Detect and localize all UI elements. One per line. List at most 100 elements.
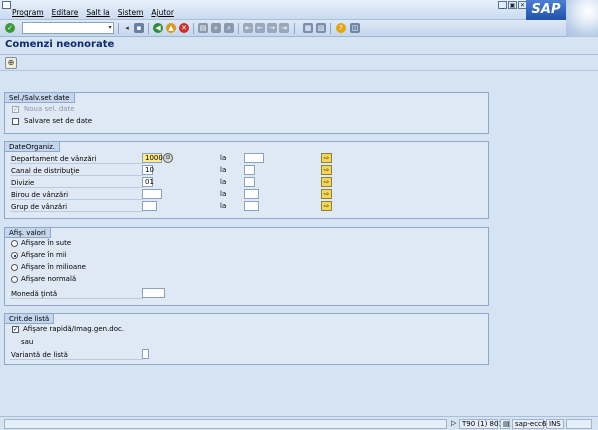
status-bar: ▷ T90 (1) 801 ▤ sap-ecc6 INS <box>0 416 598 430</box>
group-title: Afiş. valori <box>5 228 51 238</box>
to-label: la <box>220 178 227 186</box>
group-title: Sel./Salv.set date <box>5 93 75 103</box>
sap-swirl-decoration <box>566 0 598 38</box>
status-server: sap-ecc6 <box>512 419 546 429</box>
to-label: la <box>220 166 227 174</box>
cancel-icon[interactable]: ✕ <box>179 23 189 33</box>
matchcode-icon[interactable]: ⊙ <box>163 153 173 163</box>
application-toolbar: ⊕ <box>0 55 598 71</box>
division-from-field[interactable]: 01 <box>142 177 154 187</box>
chevron-down-icon[interactable]: ▾ <box>106 23 114 33</box>
toolbar-separator <box>148 23 149 34</box>
toolbar-separator <box>294 23 295 34</box>
sales-group-from-field[interactable] <box>142 201 157 211</box>
multiple-selection-icon[interactable]: ⇨ <box>321 201 332 211</box>
radio-millions[interactable] <box>11 264 18 271</box>
toolbar-separator <box>193 23 194 34</box>
multiple-selection-icon[interactable]: ⇨ <box>321 153 332 163</box>
print-icon[interactable]: ▤ <box>198 23 208 33</box>
find-icon[interactable]: ⌕ <box>211 23 221 33</box>
exit-icon[interactable]: ▲ <box>166 23 176 33</box>
command-field[interactable] <box>22 22 114 34</box>
division-to-field[interactable] <box>244 177 255 187</box>
status-system-icon[interactable]: ▤ <box>500 419 510 429</box>
dist-channel-to-field[interactable] <box>244 165 255 175</box>
radio-thousands-label: Afişare în mii <box>21 251 67 259</box>
sap-logo: SAP <box>526 0 566 20</box>
radio-hundreds-label: Afişare în sute <box>21 239 72 247</box>
org-row-label: Canal de distribuţie <box>10 166 143 176</box>
quick-display-checkbox[interactable]: ✓ <box>12 326 19 333</box>
org-row-label: Divizie <box>10 178 143 188</box>
sales-office-from-field[interactable] <box>142 189 162 199</box>
status-system: T90 (1) 801 <box>459 419 503 429</box>
restore-button[interactable]: ▣ <box>508 1 517 9</box>
save-icon[interactable]: ▪ <box>134 23 144 33</box>
first-page-icon[interactable]: ⇤ <box>243 23 253 33</box>
org-row-label: Grup de vânzări <box>10 202 143 212</box>
multiple-selection-icon[interactable]: ⇨ <box>321 177 332 187</box>
new-selection-label: Noua sel. date <box>24 105 75 113</box>
menu-bar: Program Editare Salt la Sistem Ajutor _ … <box>0 0 598 20</box>
radio-normal-label: Afişare normală <box>21 275 77 283</box>
find-next-icon[interactable]: ⌕ <box>224 23 234 33</box>
or-text: sau <box>21 338 34 346</box>
to-label: la <box>220 190 227 198</box>
save-dataset-label: Salvare set de date <box>24 117 93 125</box>
radio-normal[interactable] <box>11 276 18 283</box>
enter-icon[interactable]: ✓ <box>5 23 15 33</box>
group-title: DateOrganiz. <box>5 142 61 152</box>
multiple-selection-icon[interactable]: ⇨ <box>321 189 332 199</box>
sales-org-from-field[interactable]: 1000 <box>142 153 163 163</box>
radio-thousands[interactable] <box>11 252 18 259</box>
status-expand-icon[interactable]: ▷ <box>449 419 458 429</box>
list-variant-field[interactable] <box>142 349 149 359</box>
org-row-label: Departament de vânzări <box>10 154 143 164</box>
back-icon[interactable]: ◀ <box>153 23 163 33</box>
sales-group-to-field[interactable] <box>244 201 259 211</box>
group-org-data: DateOrganiz. Departament de vânzări 1000… <box>4 141 489 219</box>
quick-display-label: Afişare rapidă/Imag.gen.doc. <box>23 325 125 333</box>
new-session-icon[interactable]: ▦ <box>303 23 313 33</box>
menu-ajutor[interactable]: Ajutor <box>151 8 174 17</box>
help-icon[interactable]: ? <box>336 23 346 33</box>
status-message-area <box>4 419 447 429</box>
toolbar-separator <box>238 23 239 34</box>
menu-salt-la[interactable]: Salt la <box>86 8 109 17</box>
toolbar-separator <box>330 23 331 34</box>
to-label: la <box>220 154 227 162</box>
target-currency-label: Monedă ţintă <box>10 289 143 299</box>
sales-office-to-field[interactable] <box>244 189 259 199</box>
save-dataset-checkbox[interactable] <box>12 118 19 125</box>
customize-icon[interactable]: ◫ <box>350 23 360 33</box>
list-variant-label: Variantă de listă <box>10 350 143 360</box>
sales-org-to-field[interactable] <box>244 153 264 163</box>
group-display-values: Afiş. valori Afişare în sute Afişare în … <box>4 227 489 306</box>
radio-millions-label: Afişare în milioane <box>21 263 86 271</box>
last-page-icon[interactable]: ⇥ <box>279 23 289 33</box>
shortcut-icon[interactable]: ▧ <box>316 23 326 33</box>
group-selection: Sel./Salv.set date ✓ Noua sel. date Salv… <box>4 92 489 134</box>
toolbar-separator <box>118 23 119 34</box>
standard-toolbar: ✓ ▾ ◂ ▪ ◀ ▲ ✕ ▤ ⌕ ⌕ ⇤ ← → ⇥ ▦ ▧ ? ◫ <box>0 20 566 37</box>
group-title: Crit.de listă <box>5 314 55 324</box>
radio-hundreds[interactable] <box>11 240 18 247</box>
app-menu-icon[interactable] <box>2 1 11 9</box>
menu-sistem[interactable]: Sistem <box>118 8 144 17</box>
prev-page-icon[interactable]: ← <box>255 23 265 33</box>
next-page-icon[interactable]: → <box>267 23 277 33</box>
multiple-selection-icon[interactable]: ⇨ <box>321 165 332 175</box>
history-icon[interactable]: ◂ <box>122 23 132 33</box>
status-mode[interactable]: INS <box>546 419 564 429</box>
target-currency-field[interactable] <box>142 288 165 298</box>
to-label: la <box>220 202 227 210</box>
dist-channel-from-field[interactable]: 10 <box>142 165 154 175</box>
group-list-criteria: Crit.de listă ✓ Afişare rapidă/Imag.gen.… <box>4 313 489 365</box>
execute-icon[interactable]: ⊕ <box>5 57 17 69</box>
minimize-button[interactable]: _ <box>498 1 507 9</box>
page-title: Comenzi neonorate <box>5 39 115 50</box>
menu-program[interactable]: Program <box>12 8 44 17</box>
org-row-label: Birou de vânzări <box>10 190 143 200</box>
new-selection-checkbox: ✓ <box>12 106 19 113</box>
menu-editare[interactable]: Editare <box>52 8 79 17</box>
